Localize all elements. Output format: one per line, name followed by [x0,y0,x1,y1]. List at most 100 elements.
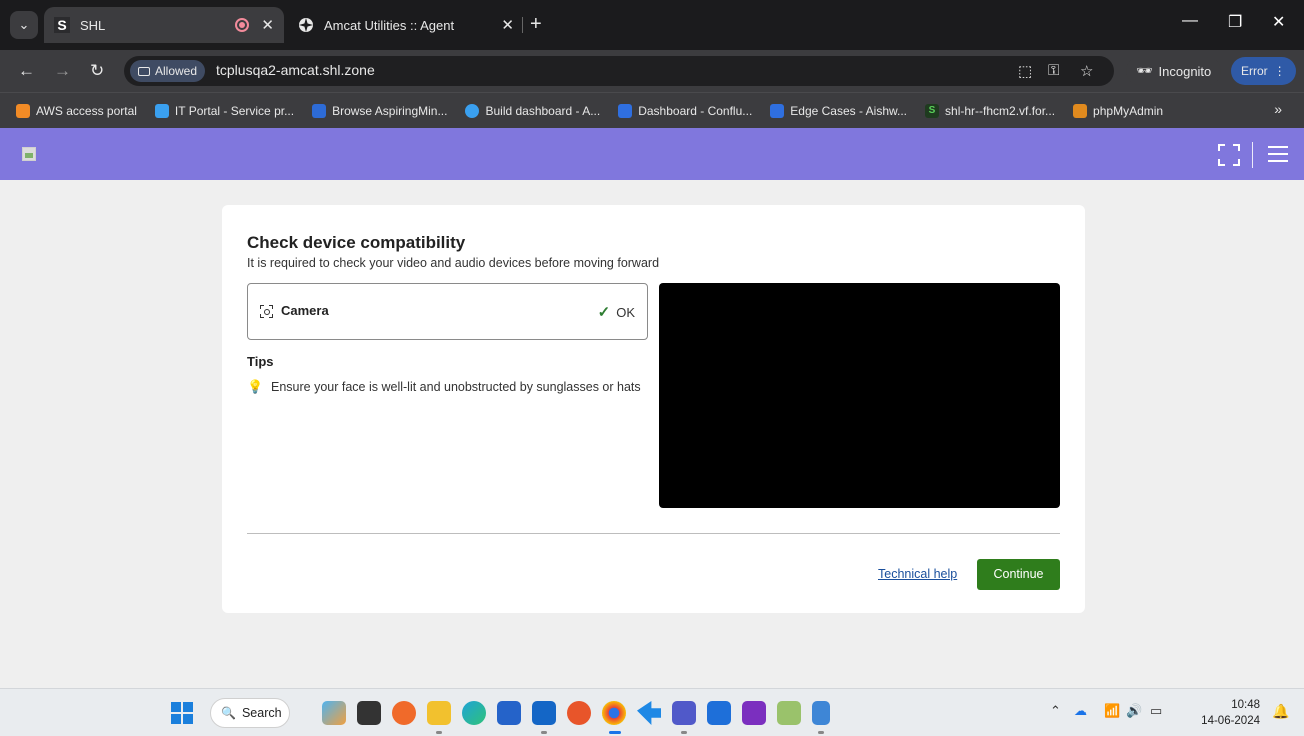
hamburger-menu-icon[interactable] [1268,146,1288,162]
people-app-icon[interactable] [707,701,731,725]
camera-icon [138,66,150,76]
shl-favicon-icon: S [54,17,70,33]
back-arrow-icon[interactable]: ← [18,60,35,82]
photos-icon[interactable] [777,701,801,725]
page-title: Check device compatibility [247,233,466,252]
address-bar[interactable]: Allowed tcplusqa2-amcat.shl.zone ⬚ ⚿ ☆ [124,56,1114,86]
edge-icon[interactable] [462,701,486,725]
incognito-badge[interactable]: 🕶 Incognito [1126,57,1222,85]
new-tab-button[interactable]: + [530,12,542,36]
bookmark-aspiringminds[interactable]: Browse AspiringMin... [312,103,448,118]
onedrive-cloud-icon[interactable]: ☁ [1074,703,1087,719]
incognito-icon: 🕶 [1136,63,1153,78]
card-divider [247,533,1060,534]
search-icon: 🔍 [221,706,236,720]
onenote-icon[interactable] [742,701,766,725]
close-tab-icon[interactable]: ✕ [501,16,514,34]
store-icon[interactable] [497,701,521,725]
recording-indicator-icon [235,18,250,32]
continue-button[interactable]: Continue [977,559,1060,590]
checkmark-icon: ✓ [597,304,611,321]
bookmark-confluence-dashboard[interactable]: Dashboard - Conflu... [618,103,753,118]
bookmark-star-icon[interactable]: ☆ [1080,62,1093,80]
phpmyadmin-icon [1073,103,1088,118]
restore-icon[interactable]: ❐ [1228,12,1242,32]
incognito-label: Incognito [1158,63,1212,79]
chrome-icon[interactable] [602,701,626,725]
bookmark-label: phpMyAdmin [1093,103,1164,118]
windows-taskbar: 🔍 Search ⌃ ☁ 📶 🔊 ▭ 10:48 14-06-2024 🔔 [0,688,1304,736]
minimize-icon[interactable]: — [1182,12,1198,30]
running-indicator [818,731,824,734]
password-key-icon[interactable]: ⚿ [1048,62,1059,79]
bookmark-phpmyadmin[interactable]: phpMyAdmin [1073,103,1164,118]
task-view-icon[interactable] [357,701,381,725]
reload-icon[interactable]: ↻ [90,60,104,82]
bookmark-label: IT Portal - Service pr... [174,103,295,118]
more-vert-icon: ⋮ [1273,64,1286,78]
bookmark-label: Dashboard - Conflu... [638,103,753,118]
it-portal-icon [154,103,169,118]
tab-amcat-utilities[interactable]: Amcat Utilities :: Agent ✕ [288,7,524,43]
bookmark-shl-hr[interactable]: Sshl-hr--fhcm2.vf.for... [925,103,1056,118]
bookmark-it-portal[interactable]: IT Portal - Service pr... [154,103,295,118]
bookmark-label: Build dashboard - A... [485,103,601,118]
camera-status: ✓ OK [598,303,635,321]
clock-date: 14-06-2024 [1201,715,1260,727]
wifi-icon[interactable]: 📶 [1104,703,1120,719]
close-tab-icon[interactable]: ✕ [261,16,274,34]
firefox-alt-icon[interactable] [567,701,591,725]
aws-icon [16,103,30,118]
bookmark-label: Edge Cases - Aishw... [790,103,908,118]
browser-tab-strip: ⌄ S SHL ✕ Amcat Utilities :: Agent ✕ + —… [0,0,1304,50]
fullscreen-icon[interactable] [1218,144,1240,166]
profile-error-button[interactable]: Error ⋮ [1231,57,1296,85]
bookmark-label: shl-hr--fhcm2.vf.for... [945,103,1056,118]
firefox-icon[interactable] [392,701,416,725]
shl-icon: S [925,103,940,118]
bookmarks-bar: AWS access portal IT Portal - Service pr… [0,92,1304,128]
teams-icon[interactable] [672,701,696,725]
status-text: OK [616,304,635,320]
forward-arrow-icon[interactable]: → [54,60,71,82]
taskbar-search[interactable]: 🔍 Search [210,698,290,728]
clock-time: 10:48 [1231,699,1260,711]
arrow-app-icon[interactable] [637,701,661,725]
tips-heading: Tips [247,354,274,369]
notepad-icon[interactable] [812,701,830,725]
active-indicator [609,731,621,734]
camera-label: Camera [281,303,329,318]
tab-title: Amcat Utilities :: Agent [324,17,455,33]
page-subtitle: It is required to check your video and a… [247,256,660,270]
tip-text: Ensure your face is well-lit and unobstr… [271,380,641,394]
tab-shl[interactable]: S SHL ✕ [44,7,284,43]
copilot-app-icon[interactable] [322,701,346,725]
windows-start-icon[interactable] [171,702,193,724]
tip-item: 💡 Ensure your face is well-lit and unobs… [247,379,641,395]
bookmark-label: AWS access portal [36,103,137,118]
volume-icon[interactable]: 🔊 [1126,703,1142,719]
close-window-icon[interactable]: ✕ [1272,12,1285,32]
bookmark-edge-cases[interactable]: Edge Cases - Aishw... [770,103,908,118]
build-dashboard-icon [465,103,480,118]
error-label: Error [1241,64,1268,78]
outlook-icon[interactable] [532,701,556,725]
taskbar-clock[interactable]: 10:48 14-06-2024 [1200,697,1260,729]
tray-chevron-up-icon[interactable]: ⌃ [1050,703,1061,719]
bookmark-label: Browse AspiringMin... [332,103,448,118]
browser-toolbar: ← → ↻ Allowed tcplusqa2-amcat.shl.zone ⬚… [0,50,1304,92]
bookmarks-overflow-button[interactable]: » [1274,101,1282,117]
camera-in-use-icon[interactable]: ⬚ [1018,62,1032,80]
battery-icon[interactable]: ▭ [1150,703,1162,719]
file-explorer-icon[interactable] [427,701,451,725]
tab-search-chevron-icon[interactable]: ⌄ [10,11,38,39]
bookmark-build-dashboard[interactable]: Build dashboard - A... [465,103,601,118]
camera-status-box: Camera ✓ OK [247,283,648,340]
notification-bell-icon[interactable]: 🔔 [1272,703,1289,720]
camera-preview-video [659,283,1060,508]
url-text[interactable]: tcplusqa2-amcat.shl.zone [216,62,375,78]
technical-help-link[interactable]: Technical help [878,567,957,581]
bookmark-aws-access-portal[interactable]: AWS access portal [16,103,137,118]
tab-separator [522,17,523,33]
camera-permission-chip[interactable]: Allowed [130,60,206,82]
